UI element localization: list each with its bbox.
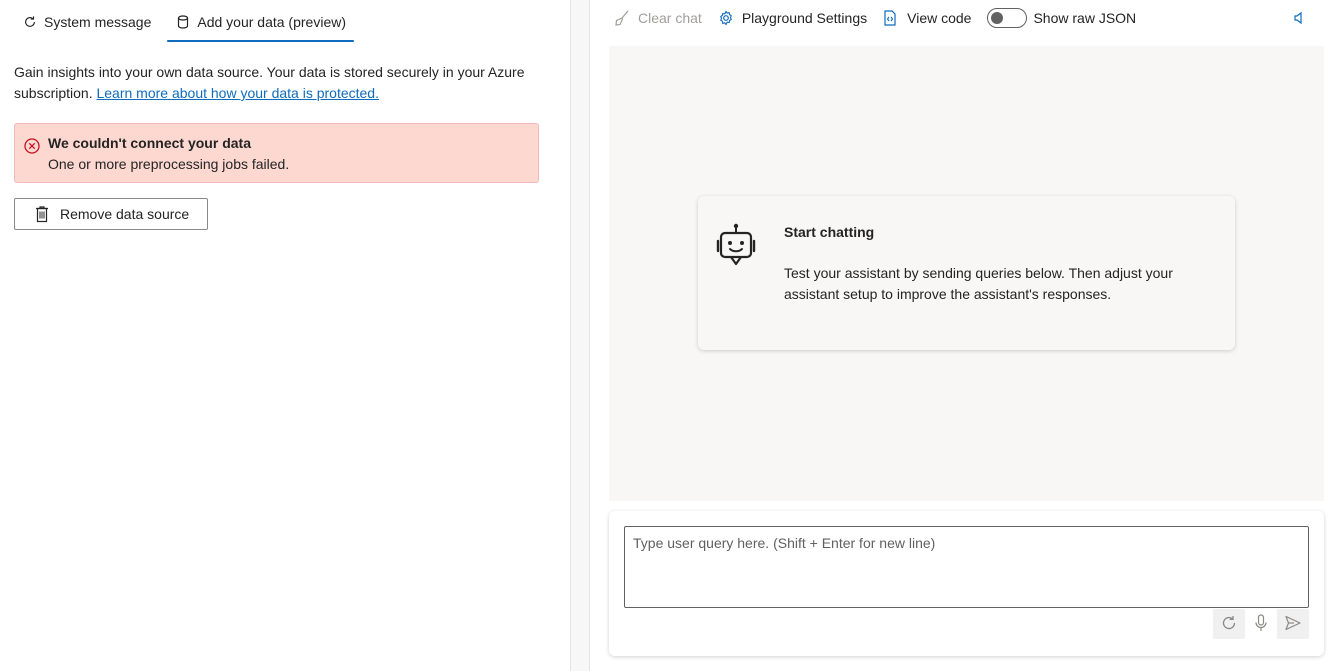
microphone-button[interactable]	[1245, 609, 1277, 639]
error-circle-icon	[23, 137, 41, 155]
show-raw-json-label: Show raw JSON	[1033, 10, 1137, 26]
remove-data-source-button[interactable]: Remove data source	[14, 198, 208, 230]
chat-history: Start chatting Test your assistant by se…	[609, 46, 1324, 501]
error-message-bar: We couldn't connect your data One or mor…	[14, 123, 539, 183]
panel-splitter[interactable]	[570, 0, 590, 671]
data-description: Gain insights into your own data source.…	[14, 62, 539, 104]
remove-button-label: Remove data source	[60, 206, 190, 222]
error-title: We couldn't connect your data	[48, 135, 251, 151]
settings-label: Playground Settings	[741, 10, 868, 26]
input-actions	[1213, 609, 1309, 639]
view-code-label: View code	[907, 10, 972, 26]
broom-icon	[614, 10, 630, 26]
setup-tabs: System message Add your data (preview)	[14, 0, 362, 42]
start-chatting-text: Test your assistant by sending queries b…	[784, 265, 1173, 302]
send-button[interactable]	[1277, 609, 1309, 639]
refresh-icon	[22, 14, 38, 30]
error-detail: One or more preprocessing jobs failed.	[48, 156, 290, 172]
reset-icon	[1220, 614, 1238, 635]
clear-chat-label: Clear chat	[638, 10, 702, 26]
chat-panel: Clear chat Playground Settings View code…	[590, 0, 1333, 671]
tab-label: Add your data (preview)	[197, 14, 347, 30]
tab-add-your-data[interactable]: Add your data (preview)	[167, 2, 354, 42]
toggle-switch[interactable]	[987, 8, 1028, 28]
start-chatting-title: Start chatting	[784, 224, 875, 240]
code-file-icon	[883, 10, 899, 26]
playground-settings-button[interactable]: Playground Settings	[718, 10, 867, 26]
toggle-knob	[991, 12, 1004, 24]
clear-session-button[interactable]	[1213, 609, 1245, 639]
chat-input-area	[609, 511, 1324, 656]
clear-chat-button[interactable]: Clear chat	[614, 10, 702, 26]
view-code-button[interactable]: View code	[883, 10, 971, 26]
send-icon	[1284, 615, 1302, 634]
tab-system-message[interactable]: System message	[14, 2, 159, 42]
bot-icon	[714, 222, 758, 272]
user-query-input[interactable]	[624, 526, 1309, 608]
data-protection-link[interactable]: Learn more about how your data is protec…	[96, 85, 379, 101]
left-panel: System message Add your data (preview) G…	[0, 0, 570, 671]
microphone-icon	[1254, 613, 1268, 635]
show-raw-json-toggle[interactable]: Show raw JSON	[987, 8, 1136, 28]
database-icon	[175, 14, 191, 30]
start-chatting-card: Start chatting Test your assistant by se…	[698, 196, 1235, 350]
speaker-icon[interactable]	[1291, 9, 1309, 27]
chat-toolbar: Clear chat Playground Settings View code…	[614, 0, 1152, 36]
tab-label: System message	[44, 14, 152, 30]
gear-icon	[718, 10, 734, 26]
trash-icon	[35, 205, 51, 223]
